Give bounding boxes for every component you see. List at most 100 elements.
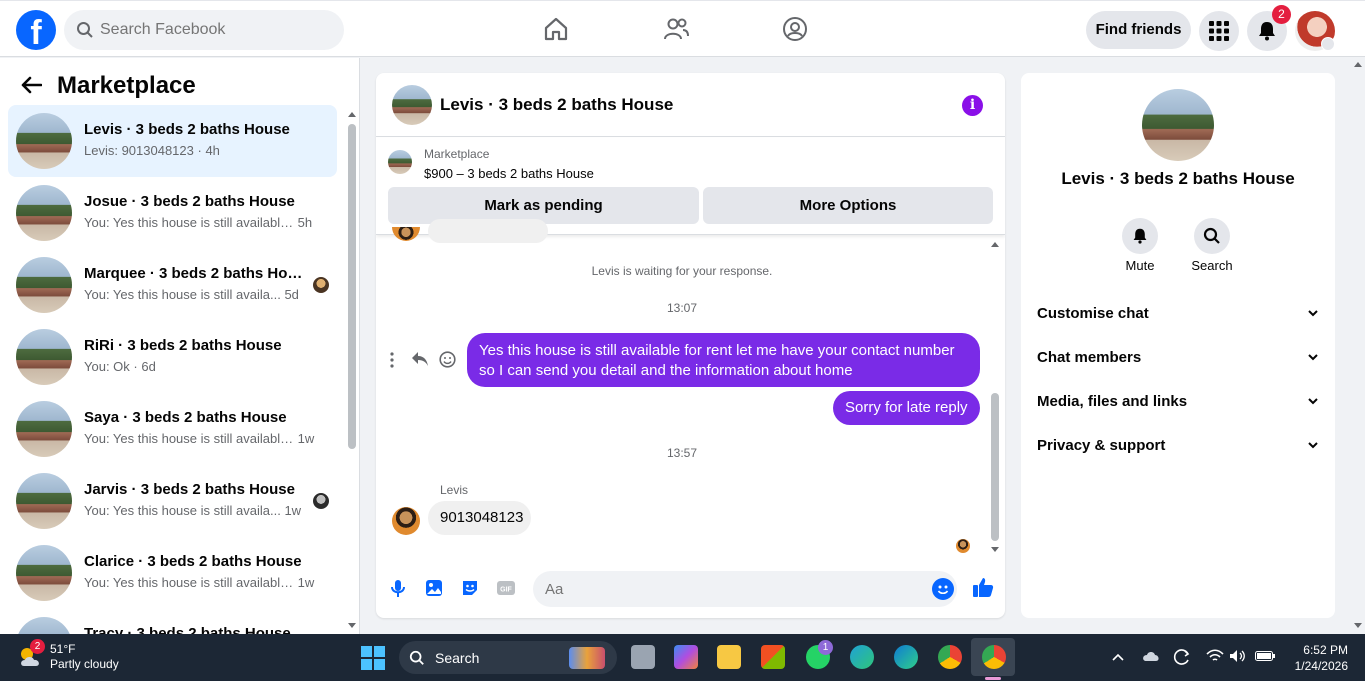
edge-profile-icon[interactable] xyxy=(894,645,918,669)
top-navigation-bar: f Find friends 2 xyxy=(0,0,1365,57)
wifi-icon[interactable] xyxy=(1206,649,1224,663)
task-view-icon[interactable] xyxy=(631,645,655,669)
mute-button[interactable] xyxy=(1122,218,1158,254)
scroll-up-icon[interactable] xyxy=(990,240,1000,248)
find-friends-button[interactable]: Find friends xyxy=(1086,11,1191,49)
weather-condition: Partly cloudy xyxy=(50,657,119,671)
listing-thumbnail xyxy=(16,401,72,457)
media-files-links-section[interactable]: Media, files and links xyxy=(1037,393,1319,417)
copilot-icon[interactable] xyxy=(674,645,698,669)
read-receipt-avatar xyxy=(956,539,970,553)
svg-text:GIF: GIF xyxy=(500,587,512,594)
conversation-item[interactable]: Tracy · 3 beds 2 baths House xyxy=(8,609,337,634)
chevron-down-icon[interactable] xyxy=(1321,37,1335,51)
message-thread: Levis is waiting for your response. 13:0… xyxy=(376,219,1005,560)
chrome-icon[interactable] xyxy=(938,645,962,669)
listing-thumbnail[interactable] xyxy=(388,150,412,174)
privacy-support-section[interactable]: Privacy & support xyxy=(1037,437,1319,461)
active-indicator xyxy=(985,677,1001,680)
whatsapp-badge: 1 xyxy=(818,640,833,655)
menu-button[interactable] xyxy=(1199,11,1239,51)
back-arrow-icon[interactable] xyxy=(20,76,42,94)
conversation-item[interactable]: Saya · 3 beds 2 baths House You: Yes thi… xyxy=(8,393,337,465)
search-input[interactable] xyxy=(100,10,330,50)
message-bubble[interactable] xyxy=(428,219,548,243)
facebook-logo[interactable]: f xyxy=(16,10,56,50)
taskbar-search[interactable]: Search xyxy=(399,641,617,674)
waiting-notice: Levis is waiting for your response. xyxy=(591,264,773,278)
info-icon[interactable]: i xyxy=(962,95,983,116)
taskbar-search-label: Search xyxy=(435,650,480,666)
scroll-down-icon[interactable] xyxy=(990,546,1000,554)
scrollbar[interactable] xyxy=(991,393,999,541)
friends-icon[interactable] xyxy=(662,15,690,43)
weather-badge: 2 xyxy=(30,639,45,654)
page-scroll-up-icon[interactable] xyxy=(1353,60,1363,68)
conversation-avatar[interactable] xyxy=(1142,89,1214,161)
groups-icon[interactable] xyxy=(781,15,809,43)
sender-avatar xyxy=(392,227,420,241)
microphone-icon[interactable] xyxy=(388,578,408,598)
conversation-item[interactable]: Marquee · 3 beds 2 baths Hou... You: Yes… xyxy=(8,249,337,321)
conversation-item[interactable]: Levis · 3 beds 2 baths House Levis: 9013… xyxy=(8,105,337,177)
listing-thumbnail xyxy=(16,257,72,313)
sender-avatar[interactable] xyxy=(392,507,420,535)
emoji-icon[interactable] xyxy=(932,578,954,600)
more-vertical-icon[interactable] xyxy=(389,352,395,368)
system-clock[interactable]: 6:52 PM 1/24/2026 xyxy=(1290,642,1348,674)
chat-members-section[interactable]: Chat members xyxy=(1037,349,1319,373)
sync-icon[interactable] xyxy=(1173,648,1191,666)
battery-icon[interactable] xyxy=(1255,651,1275,661)
notification-badge: 2 xyxy=(1272,5,1291,24)
search-conversation-button[interactable] xyxy=(1194,218,1230,254)
edge-icon[interactable] xyxy=(850,645,874,669)
conversation-preview: Levis: 9013048123 · 4h xyxy=(84,143,220,158)
scroll-up-icon[interactable] xyxy=(347,110,357,118)
windows-start-icon[interactable] xyxy=(361,646,385,670)
clock-time: 6:52 PM xyxy=(1303,643,1348,657)
page-scroll-down-icon[interactable] xyxy=(1353,622,1363,630)
conversation-name: Saya · 3 beds 2 baths House xyxy=(84,409,287,426)
message-composer: GIF xyxy=(376,560,1005,618)
timestamp: 13:57 xyxy=(666,446,698,460)
more-options-button[interactable]: More Options xyxy=(703,187,993,224)
conversation-item[interactable]: Jarvis · 3 beds 2 baths House You: Yes t… xyxy=(8,465,337,537)
home-icon[interactable] xyxy=(542,15,570,43)
chevron-down-icon xyxy=(1308,354,1318,361)
customise-chat-section[interactable]: Customise chat xyxy=(1037,305,1319,329)
search-box[interactable] xyxy=(64,10,344,50)
listing-price[interactable]: $900 – 3 beds 2 baths House xyxy=(424,166,594,181)
photo-icon[interactable] xyxy=(424,578,444,598)
chrome-active-icon[interactable] xyxy=(982,645,1006,669)
message-bubble-outgoing[interactable]: Sorry for late reply xyxy=(833,391,980,425)
chat-title[interactable]: Levis · 3 beds 2 baths House xyxy=(440,95,673,115)
react-icon[interactable] xyxy=(439,351,456,368)
sticker-icon[interactable] xyxy=(460,578,480,598)
conversation-item[interactable]: RiRi · 3 beds 2 baths House You: Ok · 6d xyxy=(8,321,337,393)
thumbs-up-icon[interactable] xyxy=(972,576,994,598)
message-bubble-incoming[interactable]: 9013048123 xyxy=(428,501,531,535)
scroll-down-icon[interactable] xyxy=(347,622,357,630)
gif-icon[interactable]: GIF xyxy=(496,578,516,598)
chat-avatar[interactable] xyxy=(392,85,432,125)
scrollbar[interactable] xyxy=(348,124,356,449)
mark-as-pending-button[interactable]: Mark as pending xyxy=(388,187,699,224)
onedrive-icon[interactable] xyxy=(1142,649,1160,663)
conversation-item[interactable]: Clarice · 3 beds 2 baths House You: Yes … xyxy=(8,537,337,609)
message-input[interactable] xyxy=(533,571,957,607)
conversation-preview: You: Yes this house is still available..… xyxy=(84,431,315,446)
volume-icon[interactable] xyxy=(1229,649,1247,663)
sender-name: Levis xyxy=(440,483,469,497)
conversation-name: Jarvis · 3 beds 2 baths House xyxy=(84,481,295,498)
conversation-item[interactable]: Josue · 3 beds 2 baths House You: Yes th… xyxy=(8,177,337,249)
search-label: Search xyxy=(1191,258,1233,273)
reply-icon[interactable] xyxy=(411,351,429,367)
search-highlight-icon xyxy=(569,647,605,669)
file-explorer-icon[interactable] xyxy=(717,645,741,669)
listing-thumbnail xyxy=(16,545,72,601)
weather-widget[interactable]: 51°F Partly cloudy xyxy=(50,642,119,672)
message-bubble-outgoing[interactable]: Yes this house is still available for re… xyxy=(467,333,980,387)
chevron-up-icon[interactable] xyxy=(1112,652,1124,662)
microsoft-store-icon[interactable] xyxy=(761,645,785,669)
chevron-down-icon xyxy=(1308,398,1318,405)
